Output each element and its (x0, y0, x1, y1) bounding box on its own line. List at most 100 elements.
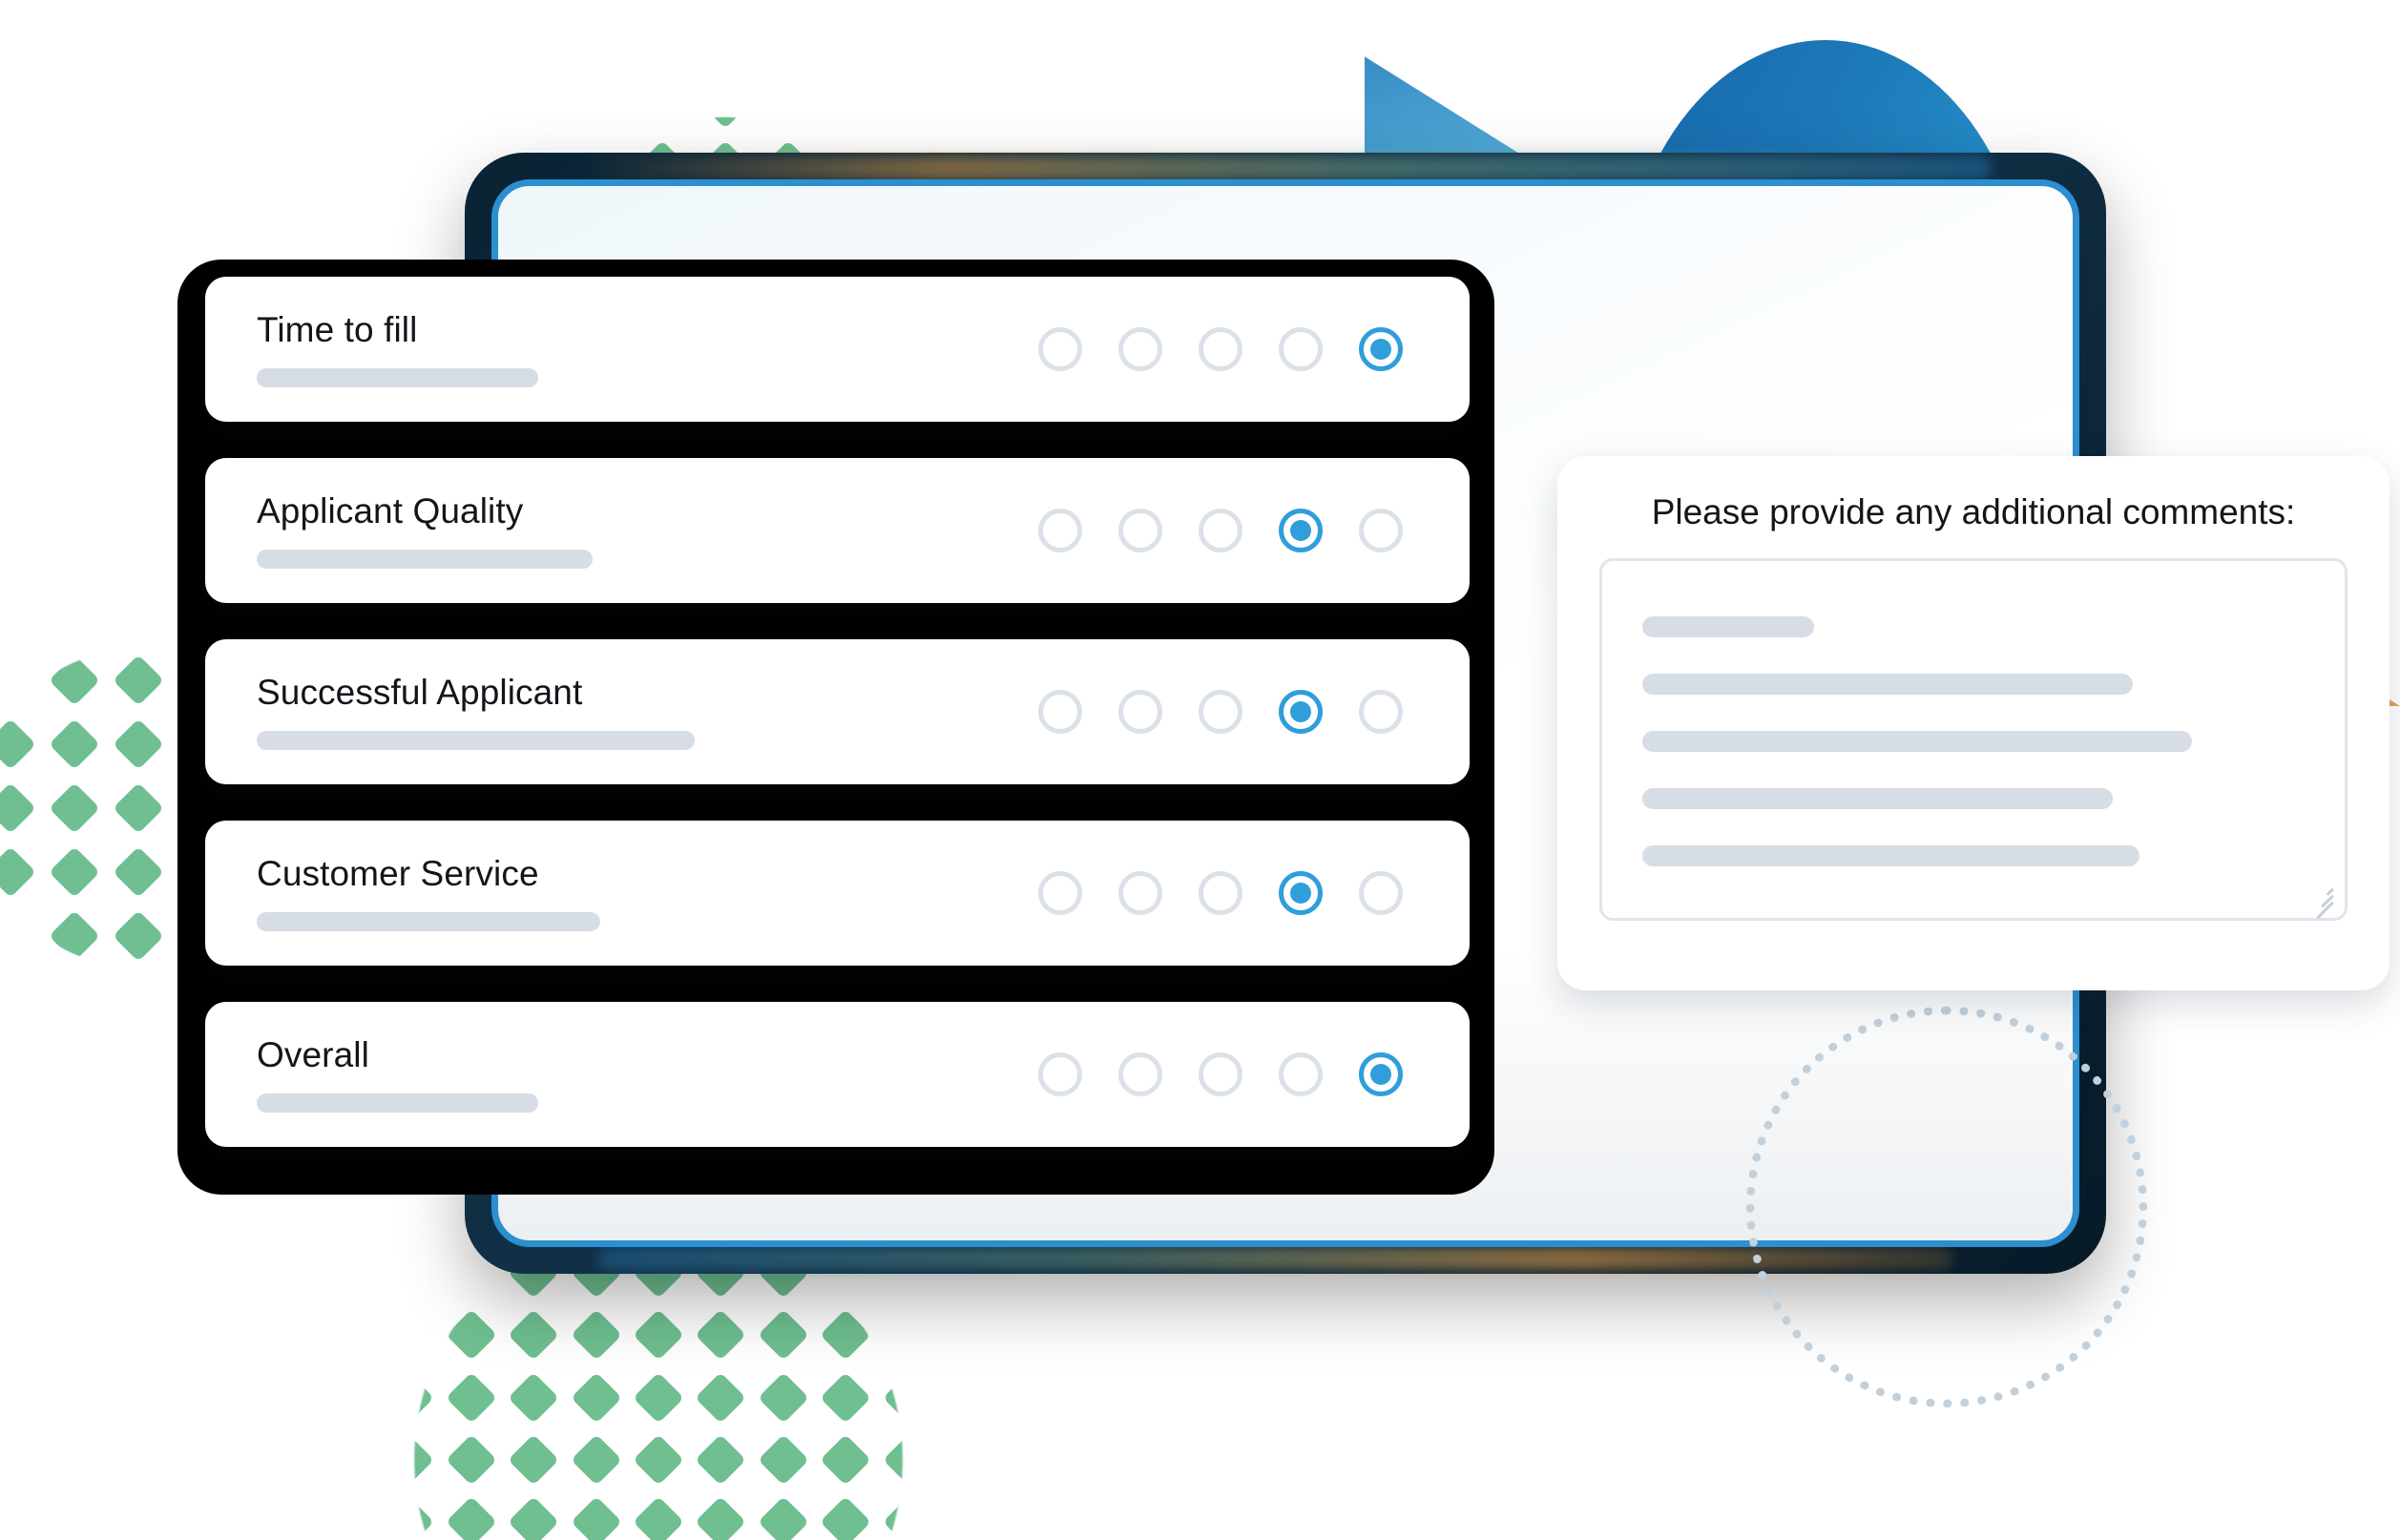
rating-radio-4[interactable] (1279, 327, 1323, 371)
rating-card-left: Time to fill (257, 309, 1038, 388)
diamond-dot (383, 1371, 435, 1424)
bezel-glow-bottom (598, 1247, 1953, 1270)
rating-card-left: Customer Service (257, 853, 1038, 932)
diamond-dot (695, 1309, 747, 1361)
rating-radio-group (1038, 690, 1403, 734)
comment-skeleton-line (1642, 673, 2133, 695)
rating-card-list: Time to fill Applicant Quality Successful … (205, 277, 1470, 1147)
diamond-dot (758, 1496, 809, 1540)
diamond-dot (113, 974, 164, 1027)
diamond-dot (113, 718, 164, 770)
rating-radio-3[interactable] (1199, 690, 1242, 734)
diamond-dot (699, 77, 751, 129)
rating-card: Overall (205, 1002, 1470, 1147)
diamond-dot (695, 1496, 747, 1540)
diamond-dot (445, 1309, 497, 1361)
diamond-dot (945, 1371, 997, 1424)
rating-radio-group (1038, 871, 1403, 915)
rating-radio-4[interactable] (1279, 1052, 1323, 1096)
comment-skeleton-line (1642, 787, 2113, 809)
diamond-dot (320, 1371, 372, 1424)
rating-radio-3[interactable] (1199, 509, 1242, 552)
rating-radio-group (1038, 327, 1403, 371)
rating-radio-1[interactable] (1038, 327, 1082, 371)
diamond-dot (113, 654, 164, 706)
diamond-dot (508, 1496, 559, 1540)
rating-radio-2[interactable] (1118, 690, 1162, 734)
rating-radio-group (1038, 1052, 1403, 1096)
diamond-dot (48, 718, 100, 770)
diamond-dot (695, 1434, 747, 1486)
diamond-dot (0, 910, 36, 963)
rating-card-skeleton-bar (257, 912, 601, 932)
diamond-dot (820, 1434, 872, 1486)
diamond-dot (48, 910, 100, 963)
diamond-dot (320, 1434, 372, 1486)
rating-card: Time to fill (205, 277, 1470, 422)
rating-radio-5-selected[interactable] (1359, 1052, 1403, 1096)
diamond-dot (48, 590, 100, 642)
rating-radio-3[interactable] (1199, 1052, 1242, 1096)
diamond-dot (48, 782, 100, 834)
diamond-dot (48, 974, 100, 1027)
diamond-dot (570, 1496, 622, 1540)
diamond-dot (0, 846, 36, 898)
diamond-dot (570, 1309, 622, 1361)
rating-radio-4-selected[interactable] (1279, 690, 1323, 734)
rating-radio-1[interactable] (1038, 871, 1082, 915)
diamond-dot (825, 77, 877, 129)
rating-radio-3[interactable] (1199, 327, 1242, 371)
rating-card-label: Customer Service (257, 853, 539, 893)
rating-radio-group (1038, 509, 1403, 552)
rating-radio-2[interactable] (1118, 1052, 1162, 1096)
diamond-dot (820, 1371, 872, 1424)
diamond-dot (633, 1434, 684, 1486)
diamond-dot (320, 1496, 372, 1540)
rating-radio-5[interactable] (1359, 509, 1403, 552)
diamond-dot (882, 1496, 934, 1540)
rating-card-left: Overall (257, 1034, 1038, 1113)
comments-textarea[interactable] (1599, 557, 2348, 921)
rating-radio-3[interactable] (1199, 871, 1242, 915)
diamond-dot (0, 782, 36, 834)
diamond-dot (383, 1434, 435, 1486)
comments-panel: Please provide any additional comments: (1557, 456, 2390, 990)
diamond-dot (508, 1371, 559, 1424)
diamond-dot (0, 654, 36, 706)
rating-card: Applicant Quality (205, 458, 1470, 603)
diamond-dot (758, 1434, 809, 1486)
diamond-dot (758, 1309, 809, 1361)
rating-radio-5[interactable] (1359, 871, 1403, 915)
rating-radio-5[interactable] (1359, 690, 1403, 734)
rating-card-skeleton-bar (257, 731, 695, 751)
rating-radio-1[interactable] (1038, 1052, 1082, 1096)
rating-card: Customer Service (205, 821, 1470, 966)
diamond-dot (695, 1371, 747, 1424)
rating-card-left: Applicant Quality (257, 491, 1038, 570)
rating-radio-2[interactable] (1118, 871, 1162, 915)
rating-card-skeleton-bar (257, 368, 538, 388)
resize-handle-icon[interactable] (2308, 883, 2335, 920)
rating-card-skeleton-bar (257, 1093, 538, 1113)
rating-radio-1[interactable] (1038, 690, 1082, 734)
rating-radio-4-selected[interactable] (1279, 871, 1323, 915)
diamond-dot (383, 1309, 435, 1361)
rating-radio-4-selected[interactable] (1279, 509, 1323, 552)
rating-card-label: Time to fill (257, 309, 418, 349)
rating-radio-1[interactable] (1038, 509, 1082, 552)
diamond-dot (0, 974, 36, 1027)
diamond-dot (945, 1309, 997, 1361)
diamond-dot (113, 782, 164, 834)
rating-card-label: Overall (257, 1034, 369, 1074)
comment-skeleton-line (1642, 615, 1815, 637)
bezel-glow-top (579, 156, 1992, 180)
rating-radio-5-selected[interactable] (1359, 327, 1403, 371)
rating-radio-2[interactable] (1118, 509, 1162, 552)
diamond-dot (445, 1371, 497, 1424)
comment-skeleton-line (1642, 844, 2139, 866)
diamond-dot (508, 1434, 559, 1486)
diamond-dot (820, 1496, 872, 1540)
diamond-dot (633, 1371, 684, 1424)
diamond-dot (882, 1371, 934, 1424)
rating-radio-2[interactable] (1118, 327, 1162, 371)
